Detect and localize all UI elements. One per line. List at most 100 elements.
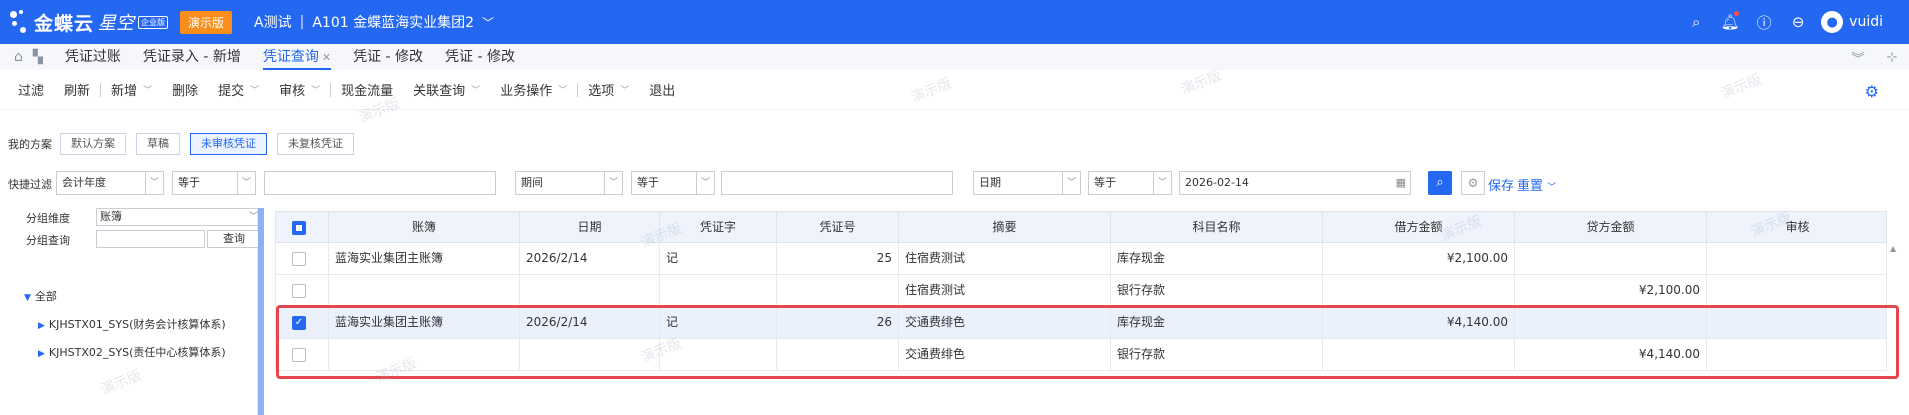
col-book[interactable]: 账簿 [329,212,520,242]
row-checkbox[interactable] [292,284,306,298]
filter-value-2[interactable] [721,171,953,195]
col-debit[interactable]: 借方金额 [1323,212,1515,242]
reset-button[interactable]: 重置 ﹀ [1517,175,1556,194]
tab-voucher-edit-2[interactable]: 凭证 - 修改 [445,44,515,70]
gear-icon[interactable]: ⚙ [1865,82,1879,101]
group-query-button[interactable]: 查询 [207,230,261,248]
group-dim-label: 分组维度 [26,212,70,225]
col-date[interactable]: 日期 [520,212,660,242]
audit-button[interactable]: 审核 ﹀ [269,80,330,99]
search-icon[interactable]: ⌕ [1679,13,1713,31]
filter-value-1[interactable] [264,171,496,195]
scheme-draft[interactable]: 草稿 [136,133,180,155]
collapse-icon[interactable]: ︾ [1841,48,1875,67]
bell-icon[interactable]: 🔔︎ [1713,11,1747,31]
scheme-unreviewed[interactable]: 未复核凭证 [277,133,354,155]
logo-text: 金蝶云 [34,12,95,35]
tab-voucher-query[interactable]: 凭证查询 ✕ [262,44,332,70]
filter-button[interactable]: 过滤 [0,80,54,99]
caret-down-icon: ▼ [24,293,31,303]
logo-sub: 星空 [98,13,135,34]
submit-button[interactable]: 提交 ﹀ [208,80,269,99]
group-panel: 分组维度 账簿 ﹀ 分组查询 查询 ▼ 全部 ▶ KJHSTX01_SYS(财务会计核… [20,208,263,415]
minus-circle-icon[interactable]: ⊖ [1781,13,1815,31]
tree-item[interactable]: ▶ KJHSTX01_SYS(财务会计核算体系) [38,316,226,332]
chevron-down-icon: ﹀ [143,86,153,96]
filter-field-3[interactable]: 日期 ﹀ [973,171,1081,195]
filter-field-2[interactable]: 期间 ﹀ [515,171,623,195]
demo-badge[interactable]: 演示版 [180,10,233,34]
group-query-label: 分组查询 [26,234,70,247]
col-word[interactable]: 凭证字 [660,212,777,242]
chevron-down-icon: ﹀ [558,86,568,96]
chevron-down-icon: ﹀ [696,172,714,194]
quick-filter-row: 快捷过滤 会计年度 ﹀ 等于 ﹀ 期间 ﹀ 等于 ﹀ 日期 ﹀ 等于 ﹀ 2026-02-1… [0,171,1909,195]
tree-root[interactable]: ▼ 全部 [24,288,57,304]
group-query-input[interactable] [96,230,205,248]
filter-date-input[interactable]: 2026-02-14 ▦ [1179,171,1411,195]
split-icon[interactable]: ⊹ [1875,50,1909,65]
tab-voucher-entry[interactable]: 凭证录入 - 新增 [143,44,241,70]
scheme-unaudited[interactable]: 未审核凭证 [190,133,267,155]
help-icon[interactable]: ⓘ [1747,12,1781,33]
chevron-down-icon: ﹀ [1062,172,1080,194]
user-name[interactable]: vuidi [1849,14,1883,30]
exit-button[interactable]: 退出 [639,80,685,99]
logo-badge: 企业版 [138,15,169,29]
col-audit[interactable]: 审核 [1707,212,1888,242]
cashflow-button[interactable]: 现金流量 [331,80,403,99]
org-switcher[interactable]: A测试 | A101 金蝶蓝海实业集团2 ﹀ [254,12,494,32]
filter-op-2[interactable]: 等于 ﹀ [631,171,715,195]
chevron-down-icon: ﹀ [1547,183,1557,193]
chevron-down-icon: ﹀ [248,212,258,222]
col-credit[interactable]: 贷方金额 [1515,212,1707,242]
quick-filter-label: 快捷过滤 [8,178,52,191]
caret-right-icon: ▶ [38,349,45,359]
logo: 金蝶云 星空 企业版 [8,7,169,37]
save-button[interactable]: 保存 [1488,175,1514,194]
toolbar: 过滤 刷新 新增 ﹀ 删除 提交 ﹀ 审核 ﹀ 现金流量 关联查询 ﹀ 业务操作 ﹀ 选项… [0,70,1909,110]
chevron-down-icon: ﹀ [604,172,622,194]
business-ops-button[interactable]: 业务操作 ﹀ [490,80,577,99]
col-account[interactable]: 科目名称 [1111,212,1323,242]
select-all-checkbox[interactable] [292,221,306,235]
chevron-down-icon: ﹀ [471,86,481,96]
chevron-down-icon: ﹀ [145,172,163,194]
col-no[interactable]: 凭证号 [777,212,899,242]
calendar-icon[interactable]: ▦ [1396,172,1406,194]
tree-item[interactable]: ▶ KJHSTX02_SYS(责任中心核算体系) [38,344,226,360]
table-row[interactable]: 住宿费测试 银行存款 ¥2,100.00 [275,275,1887,307]
options-button[interactable]: 选项 ﹀ [578,80,639,99]
top-bar: 金蝶云 星空 企业版 演示版 A测试 | A101 金蝶蓝海实业集团2 ﹀ ⌕ … [0,0,1909,44]
app-grid-icon[interactable]: ▚ [33,50,43,65]
home-icon[interactable]: ⌂ [14,49,23,65]
filter-op-1[interactable]: 等于 ﹀ [172,171,256,195]
filter-op-3[interactable]: 等于 ﹀ [1088,171,1172,195]
col-summary[interactable]: 摘要 [899,212,1111,242]
filter-field-1[interactable]: 会计年度 ﹀ [56,171,164,195]
refresh-button[interactable]: 刷新 [54,80,100,99]
table-row[interactable]: 蓝海实业集团主账簿 2026/2/14 记 25 住宿费测试 库存现金 ¥2,1… [275,243,1887,275]
chevron-down-icon: ﹀ [237,172,255,194]
related-query-button[interactable]: 关联查询 ﹀ [403,80,490,99]
scheme-default[interactable]: 默认方案 [60,133,126,155]
panel-splitter[interactable] [258,208,264,415]
group-dim-select[interactable]: 账簿 ﹀ [96,208,263,226]
grid-header: 账簿 日期 凭证字 凭证号 摘要 科目名称 借方金额 贷方金额 审核 [275,211,1887,243]
avatar[interactable]: ● [1821,11,1844,33]
row-checkbox[interactable] [292,252,306,266]
tab-voucher-posting[interactable]: 凭证过账 [65,44,121,70]
org-name: A101 金蝶蓝海实业集团2 [312,15,474,31]
scheme-label: 我的方案 [8,138,52,151]
search-icon[interactable]: ⌕ [1428,171,1452,195]
tab-voucher-edit-1[interactable]: 凭证 - 修改 [353,44,423,70]
logo-icon [8,7,30,37]
chevron-down-icon: ﹀ [250,86,260,96]
caret-right-icon: ▶ [38,321,45,331]
highlight-box [276,305,1899,379]
close-icon[interactable]: ✕ [322,51,331,64]
settings-icon[interactable]: ⚙ [1461,171,1485,195]
add-button[interactable]: 新增 ﹀ [101,80,162,99]
delete-button[interactable]: 删除 [162,80,208,99]
chevron-down-icon: ﹀ [1153,172,1171,194]
